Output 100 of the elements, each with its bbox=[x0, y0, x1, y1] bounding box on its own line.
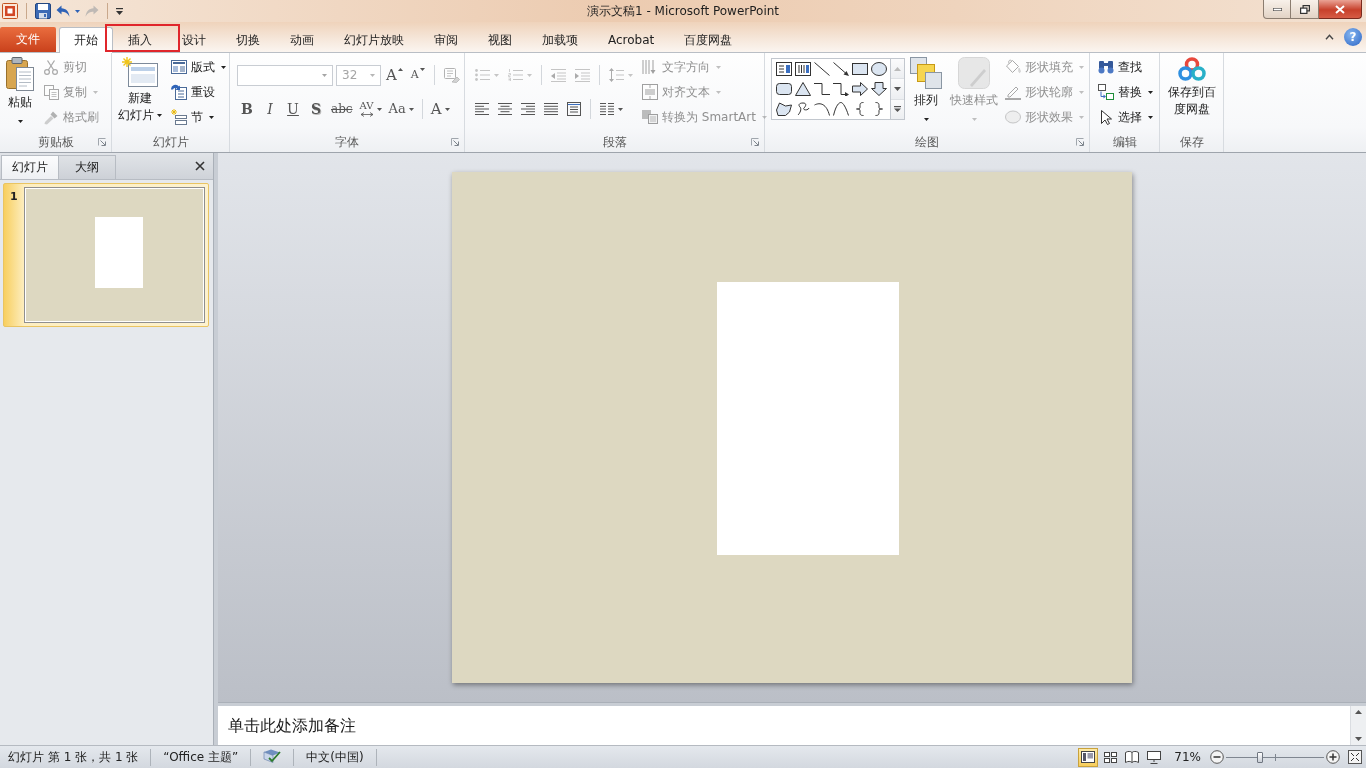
framed-lines-icon bbox=[567, 102, 581, 116]
character-spacing-button[interactable]: AV bbox=[357, 98, 384, 120]
down-arrow-icon[interactable] bbox=[870, 82, 887, 96]
fit-window-icon[interactable] bbox=[1348, 750, 1362, 764]
ribbon-tab[interactable]: 审阅 bbox=[419, 27, 473, 52]
slider-thumb[interactable] bbox=[1257, 751, 1264, 763]
replace-icon bbox=[1098, 84, 1114, 100]
file-tab[interactable]: 文件 bbox=[0, 27, 56, 52]
corner-arrow-icon[interactable] bbox=[751, 138, 759, 146]
freeform-icon[interactable] bbox=[775, 102, 792, 116]
oval-icon[interactable] bbox=[870, 62, 887, 76]
language-indicator[interactable]: 中文(中国) bbox=[306, 748, 364, 766]
scroll-up-icon[interactable] bbox=[1355, 710, 1362, 714]
rectangle-icon[interactable] bbox=[851, 63, 868, 75]
scroll-up-icon bbox=[894, 66, 901, 71]
vertical-lines-arrow-icon bbox=[642, 59, 658, 75]
font-color-button[interactable]: A bbox=[428, 98, 452, 120]
ribbon-tab[interactable]: 设计 bbox=[167, 27, 221, 52]
notes-scrollbar[interactable] bbox=[1350, 706, 1366, 745]
app-icon[interactable] bbox=[2, 3, 18, 19]
gallery-down-button[interactable] bbox=[891, 79, 904, 100]
scroll-down-icon[interactable] bbox=[1355, 737, 1362, 741]
zoom-level[interactable]: 71% bbox=[1174, 750, 1201, 764]
underline-button[interactable]: U bbox=[283, 98, 303, 120]
right-brace-icon[interactable] bbox=[874, 102, 883, 116]
select-button[interactable]: 选择 bbox=[1096, 106, 1155, 128]
elbow-connector-icon[interactable] bbox=[813, 82, 830, 96]
ribbon-tab[interactable]: 加载项 bbox=[527, 27, 593, 52]
group-label: 保存 bbox=[1179, 133, 1204, 151]
textbox-icon[interactable] bbox=[775, 62, 792, 76]
chevron-up-icon[interactable] bbox=[1325, 34, 1334, 40]
save-to-cloud-button[interactable]: 保存到百度网盘 bbox=[1164, 55, 1219, 131]
caret-icon[interactable] bbox=[75, 9, 80, 13]
restore-button[interactable] bbox=[1291, 0, 1319, 19]
pane-tab[interactable]: 幻灯片 bbox=[1, 155, 59, 179]
vertical-textbox-icon[interactable] bbox=[794, 62, 811, 76]
corner-arrow-icon[interactable] bbox=[451, 138, 459, 146]
strikethrough-button[interactable]: abc bbox=[329, 98, 355, 120]
corner-arrow-icon[interactable] bbox=[98, 138, 106, 146]
ribbon-tab[interactable]: 动画 bbox=[275, 27, 329, 52]
undo-icon[interactable] bbox=[56, 5, 70, 17]
scissors-icon bbox=[44, 59, 58, 75]
right-arrow-icon[interactable] bbox=[851, 82, 868, 96]
corner-arrow-icon[interactable] bbox=[1076, 138, 1084, 146]
close-icon bbox=[1335, 4, 1345, 14]
arc-icon[interactable] bbox=[813, 102, 830, 116]
grow-font-button[interactable]: A bbox=[384, 64, 405, 86]
layout-icon bbox=[171, 60, 187, 74]
columns-icon bbox=[600, 103, 614, 115]
ribbon-tab[interactable]: 视图 bbox=[473, 27, 527, 52]
line-icon[interactable] bbox=[813, 62, 830, 76]
line-spacing-icon bbox=[609, 68, 624, 82]
section-button[interactable]: 节 bbox=[169, 106, 228, 128]
ribbon-tab[interactable]: 幻灯片放映 bbox=[329, 27, 419, 52]
page-eraser-icon bbox=[443, 67, 460, 83]
shrink-font-button[interactable]: A bbox=[407, 64, 428, 86]
close-icon[interactable] bbox=[195, 161, 205, 171]
bold-button[interactable]: B bbox=[237, 98, 257, 120]
dropdown-icon[interactable] bbox=[116, 7, 123, 15]
ribbon-tab[interactable]: 切换 bbox=[221, 27, 275, 52]
reset-button[interactable]: 重设 bbox=[169, 81, 228, 103]
curve-icon[interactable] bbox=[832, 102, 849, 116]
zoom-out-icon[interactable] bbox=[1210, 750, 1224, 764]
change-case-button[interactable]: Aa bbox=[386, 98, 416, 120]
ribbon-tab[interactable]: 插入 bbox=[113, 27, 167, 52]
align-center-icon bbox=[498, 103, 512, 115]
zoom-in-icon[interactable] bbox=[1326, 750, 1340, 764]
slide-thumbnail-item[interactable]: 1 bbox=[3, 183, 209, 327]
arrange-button[interactable]: 排列 bbox=[907, 55, 945, 131]
spellcheck-icon[interactable] bbox=[263, 749, 282, 765]
scribble-icon[interactable] bbox=[795, 102, 810, 116]
arrow-icon[interactable] bbox=[832, 62, 849, 76]
shadow-button[interactable]: S bbox=[306, 98, 326, 120]
replace-button[interactable]: 替换 bbox=[1096, 81, 1155, 103]
notes-field[interactable]: 单击此处添加备注 bbox=[218, 706, 1350, 745]
slide-thumbnail[interactable] bbox=[23, 187, 205, 323]
italic-button[interactable]: I bbox=[260, 98, 280, 120]
left-brace-icon[interactable] bbox=[855, 102, 864, 116]
overlapping-squares-icon bbox=[642, 110, 658, 124]
new-slide-button[interactable]: 新建幻灯片 bbox=[115, 55, 165, 131]
close-button[interactable] bbox=[1319, 0, 1362, 19]
ribbon-tab[interactable]: 开始 bbox=[59, 27, 113, 53]
triangle-icon[interactable] bbox=[794, 82, 811, 96]
view-button[interactable] bbox=[1078, 747, 1099, 767]
slide-number: 1 bbox=[10, 190, 18, 203]
group-label: 段落 bbox=[602, 133, 627, 151]
paint-bucket-icon bbox=[1005, 59, 1021, 75]
elbow-arrow-icon[interactable] bbox=[832, 82, 849, 96]
ribbon-tab[interactable]: Acrobat bbox=[593, 27, 670, 52]
layout-button[interactable]: 版式 bbox=[169, 56, 228, 78]
paste-button[interactable]: 粘贴 bbox=[3, 55, 37, 131]
sparkle-bars-icon bbox=[171, 109, 187, 125]
rounded-rectangle-icon[interactable] bbox=[775, 83, 792, 95]
minimize-button[interactable] bbox=[1263, 0, 1291, 19]
ribbon-tab[interactable]: 百度网盘 bbox=[669, 27, 748, 52]
cursor-icon bbox=[1100, 109, 1112, 125]
find-button[interactable]: 查找 bbox=[1096, 56, 1155, 78]
rings-icon bbox=[1177, 57, 1206, 81]
pane-tab[interactable]: 大纲 bbox=[58, 155, 116, 179]
save-icon[interactable] bbox=[35, 3, 51, 19]
